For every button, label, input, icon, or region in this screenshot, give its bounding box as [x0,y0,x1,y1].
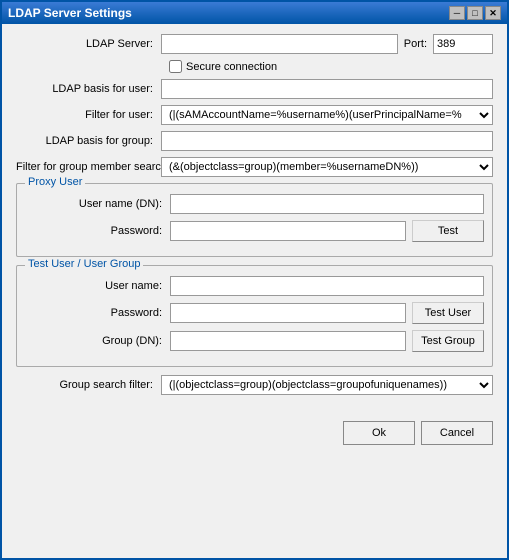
group-search-filter-select[interactable]: (|(objectclass=group)(objectclass=groupo… [161,375,493,395]
port-input[interactable] [433,34,493,54]
proxy-username-label: User name (DN): [25,198,170,210]
test-password-field: Test User [170,302,484,324]
proxy-password-input[interactable] [170,221,406,241]
port-label: Port: [404,38,427,50]
window-title: LDAP Server Settings [8,6,132,20]
filter-group-row: Filter for group member search: (&(objec… [16,157,493,177]
footer: Ok Cancel [2,415,507,455]
test-group-input[interactable] [170,331,406,351]
ldap-basis-user-label: LDAP basis for user: [16,83,161,95]
title-bar-buttons: ─ □ ✕ [449,6,501,20]
secure-connection-row: Secure connection [16,60,493,73]
ldap-basis-group-label: LDAP basis for group: [16,135,161,147]
test-group-field: Test Group [170,330,484,352]
test-username-label: User name: [25,280,170,292]
group-search-filter-dropdown-wrapper: (|(objectclass=group)(objectclass=groupo… [161,375,493,395]
test-user-button[interactable]: Test User [412,302,484,324]
server-port-group: Port: [161,34,493,54]
filter-group-label: Filter for group member search: [16,161,161,173]
filter-user-dropdown-wrapper: (|(sAMAccountName=%username%)(userPrinci… [161,105,493,125]
proxy-password-row: Password: Test [25,220,484,242]
proxy-user-content: User name (DN): Password: Test [25,194,484,242]
test-group-label: Group (DN): [25,335,170,347]
main-content: LDAP Server: Port: Secure connection LDA… [2,24,507,411]
filter-group-dropdown-wrapper: (&(objectclass=group)(member=%usernameDN… [161,157,493,177]
group-search-filter-row: Group search filter: (|(objectclass=grou… [16,375,493,395]
proxy-test-button[interactable]: Test [412,220,484,242]
proxy-user-section: Proxy User User name (DN): Password: Tes… [16,183,493,257]
ldap-basis-group-row: LDAP basis for group: [16,131,493,151]
secure-connection-checkbox[interactable] [169,60,182,73]
proxy-username-input[interactable] [170,194,484,214]
filter-group-select[interactable]: (&(objectclass=group)(member=%usernameDN… [161,157,493,177]
test-group-button[interactable]: Test Group [412,330,484,352]
ok-button[interactable]: Ok [343,421,415,445]
filter-user-label: Filter for user: [16,109,161,121]
maximize-button[interactable]: □ [467,6,483,20]
close-button[interactable]: ✕ [485,6,501,20]
minimize-button[interactable]: ─ [449,6,465,20]
test-username-input[interactable] [170,276,484,296]
filter-user-select[interactable]: (|(sAMAccountName=%username%)(userPrinci… [161,105,493,125]
test-user-group-section-title: Test User / User Group [25,258,143,270]
ldap-basis-group-input[interactable] [161,131,493,151]
test-group-row: Group (DN): Test Group [25,330,484,352]
ldap-basis-user-input[interactable] [161,79,493,99]
secure-connection-label: Secure connection [186,61,277,73]
test-password-input[interactable] [170,303,406,323]
proxy-username-row: User name (DN): [25,194,484,214]
ldap-server-label: LDAP Server: [16,38,161,50]
test-user-group-section: Test User / User Group User name: Passwo… [16,265,493,367]
ldap-server-input[interactable] [161,34,398,54]
test-username-row: User name: [25,276,484,296]
test-password-label: Password: [25,307,170,319]
title-bar: LDAP Server Settings ─ □ ✕ [2,2,507,24]
proxy-password-label: Password: [25,225,170,237]
test-user-group-content: User name: Password: Test User Group (DN… [25,276,484,352]
test-password-row: Password: Test User [25,302,484,324]
proxy-user-section-title: Proxy User [25,176,85,188]
group-search-filter-label: Group search filter: [16,379,161,391]
ldap-basis-user-row: LDAP basis for user: [16,79,493,99]
cancel-button[interactable]: Cancel [421,421,493,445]
proxy-password-field: Test [170,220,484,242]
filter-user-row: Filter for user: (|(sAMAccountName=%user… [16,105,493,125]
ldap-server-row: LDAP Server: Port: [16,34,493,54]
ldap-settings-window: LDAP Server Settings ─ □ ✕ LDAP Server: … [0,0,509,560]
